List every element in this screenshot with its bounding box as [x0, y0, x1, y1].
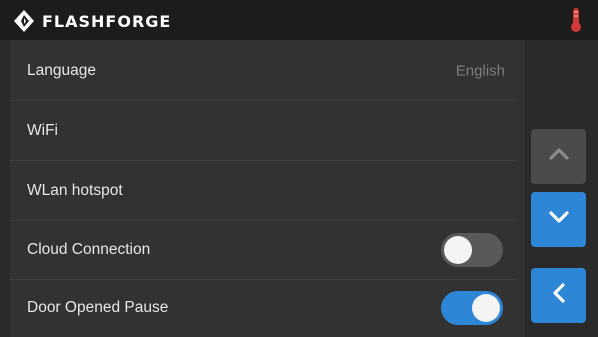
setting-label: WLan hotspot	[27, 181, 123, 199]
setting-label: Language	[27, 61, 96, 79]
setting-label: Cloud Connection	[27, 240, 151, 258]
scroll-down-button[interactable]	[531, 192, 586, 247]
chevron-left-icon	[552, 282, 566, 309]
toggle-knob	[444, 235, 472, 264]
brand-name: FLASHFORGE	[42, 11, 172, 31]
top-bar: FLASHFORGE	[0, 0, 598, 40]
setting-label: Door Opened Pause	[27, 299, 169, 316]
setting-row-wifi[interactable]: WiFi	[10, 101, 515, 161]
scroll-up-button[interactable]	[531, 129, 586, 184]
setting-row-language[interactable]: Language English	[10, 41, 515, 101]
chevron-down-icon	[548, 210, 570, 229]
setting-row-cloud-connection: Cloud Connection	[10, 220, 515, 280]
cloud-connection-toggle[interactable]	[441, 232, 503, 267]
setting-row-door-opened-pause: Door Opened Pause	[10, 279, 515, 337]
language-value: English	[455, 62, 505, 79]
back-button[interactable]	[531, 268, 586, 323]
brand-logo: FLASHFORGE	[14, 10, 171, 32]
chevron-up-icon	[548, 147, 570, 166]
toggle-knob	[472, 294, 500, 322]
setting-row-wlan-hotspot[interactable]: WLan hotspot	[10, 161, 515, 221]
thermometer-icon[interactable]	[569, 7, 583, 33]
flashforge-logo-icon	[14, 10, 34, 32]
setting-label: WiFi	[27, 121, 58, 139]
door-opened-pause-toggle[interactable]	[441, 291, 503, 325]
